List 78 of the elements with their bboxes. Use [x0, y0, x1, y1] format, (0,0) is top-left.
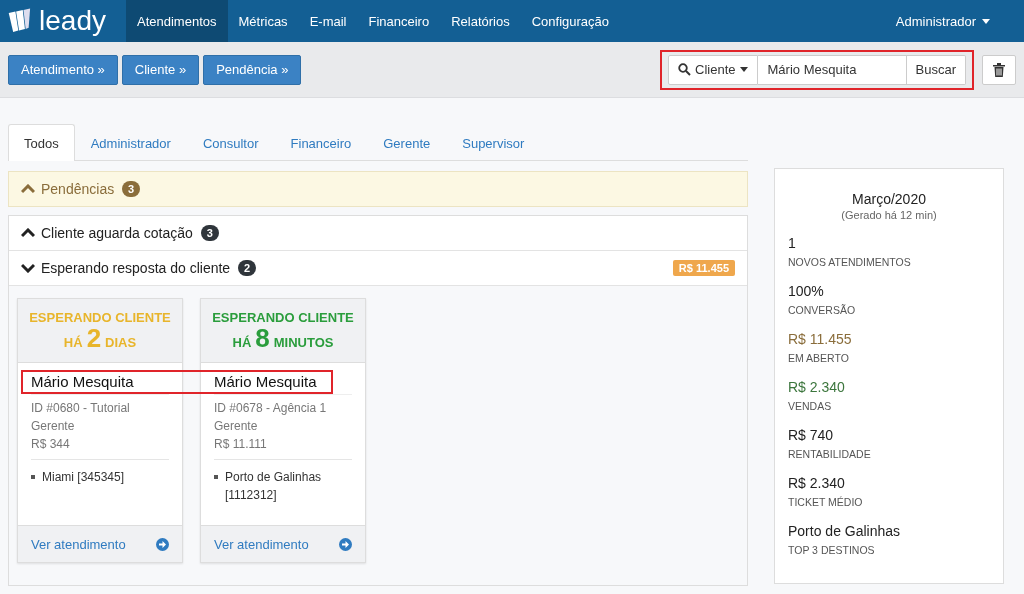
chevron-up-icon: [21, 184, 35, 194]
new-item-button[interactable]: Cliente »: [121, 54, 200, 85]
stat-value: R$ 2.340: [788, 379, 846, 395]
user-menu[interactable]: Administrador: [885, 0, 1024, 42]
client-name: Mário Mesquita: [214, 373, 352, 395]
time-number: 2: [86, 325, 102, 351]
card-detail: Gerente: [214, 418, 259, 435]
group-title: Cliente aguarda cotação: [41, 225, 193, 241]
view-link[interactable]: Ver atendimento: [214, 536, 309, 552]
arrow-circle-icon[interactable]: [339, 537, 352, 551]
arrow-circle-icon[interactable]: [156, 537, 169, 551]
filter-tab[interactable]: Gerente: [367, 124, 447, 161]
stat-value: R$ 11.455: [788, 331, 853, 347]
stats-subtitle: (Gerado há 12 min): [840, 209, 938, 221]
filter-tab[interactable]: Consultor: [186, 124, 275, 161]
nav-item[interactable]: Relatórios: [440, 0, 521, 42]
destination-item: Miami [345345]: [42, 469, 125, 486]
nav-item[interactable]: Financeiro: [357, 0, 441, 42]
search-button[interactable]: Buscar: [906, 54, 966, 85]
trash-icon: [993, 62, 1005, 77]
stat-value: 100%: [788, 283, 825, 299]
chevron-up-icon: [21, 228, 35, 238]
group-title: Esperando resposta do cliente: [41, 260, 231, 276]
search-filter-dropdown[interactable]: Cliente: [668, 54, 758, 85]
total-badge: R$ 11.455: [672, 260, 735, 276]
stat-label: RENTABILIDADE: [788, 448, 872, 460]
stat-value: R$ 740: [788, 427, 835, 443]
count-badge: 3: [122, 181, 141, 197]
stat-label: TOP 3 DESTINOS: [788, 544, 876, 556]
view-link[interactable]: Ver atendimento: [31, 536, 126, 552]
card-detail: R$ 344: [31, 436, 71, 453]
search-field[interactable]: Mário Mesquita: [757, 54, 907, 85]
count-badge: 3: [200, 225, 219, 241]
stat-label: EM ABERTO: [788, 352, 850, 364]
pending-panel[interactable]: Pendências 3: [8, 171, 748, 207]
group-header[interactable]: Esperando resposta do cliente 2: [21, 260, 257, 276]
nav-item[interactable]: Atendimentos: [126, 0, 228, 42]
stat-label: NOVOS ATENDIMENTOS: [788, 256, 912, 268]
stat-label: CONVERSÃO: [788, 304, 857, 316]
chevron-down-icon: [21, 263, 35, 273]
filter-tab[interactable]: Financeiro: [274, 124, 368, 161]
filter-tab[interactable]: Administrador: [74, 124, 187, 161]
panel-title: Pendências: [41, 181, 115, 197]
card-detail: ID #0678 - Agência 1: [214, 400, 328, 417]
stat-value: 1: [788, 235, 797, 251]
group-header[interactable]: Cliente aguarda cotação 3: [21, 225, 219, 241]
stat-value: Porto de Galinhas: [788, 523, 902, 539]
stat-label: VENDAS: [788, 400, 833, 412]
brand-name: leady: [39, 5, 106, 37]
card-detail: ID #0680 - Tutorial: [31, 400, 131, 417]
time-unit: DIAS: [105, 335, 137, 350]
time-unit: MINUTOS: [273, 335, 334, 350]
time-number: 8: [255, 325, 270, 351]
time-prefix: HÁ: [63, 335, 83, 350]
card-detail: Gerente: [31, 418, 76, 435]
bullet-icon: [31, 475, 35, 479]
caret-icon: [739, 67, 748, 72]
search-icon: [678, 63, 692, 76]
bullet-icon: [214, 475, 218, 479]
trash-button[interactable]: [982, 54, 1016, 85]
caret-icon: [982, 18, 990, 24]
stat-label: TICKET MÉDIO: [788, 496, 864, 508]
nav-item[interactable]: Configuração: [520, 0, 621, 42]
filter-tab[interactable]: Supervisor: [446, 124, 541, 161]
nav-item[interactable]: E-mail: [298, 0, 358, 42]
count-badge: 2: [238, 260, 257, 276]
client-name: Mário Mesquita: [31, 373, 169, 395]
status-label: ESPERANDO CLIENTE: [212, 310, 354, 325]
filter-tab[interactable]: Todos: [8, 124, 75, 161]
status-label: ESPERANDO CLIENTE: [29, 310, 171, 325]
time-prefix: HÁ: [232, 335, 252, 350]
new-item-button[interactable]: Atendimento »: [8, 54, 118, 85]
card-detail: R$ 11.111: [214, 436, 268, 453]
stats-title: Março/2020: [851, 191, 927, 207]
destination-item: Porto de Galinhas [1112312]: [225, 469, 323, 504]
nav-item[interactable]: Métricas: [227, 0, 299, 42]
stat-value: R$ 2.340: [788, 475, 846, 491]
new-item-button[interactable]: Pendência »: [203, 54, 302, 85]
